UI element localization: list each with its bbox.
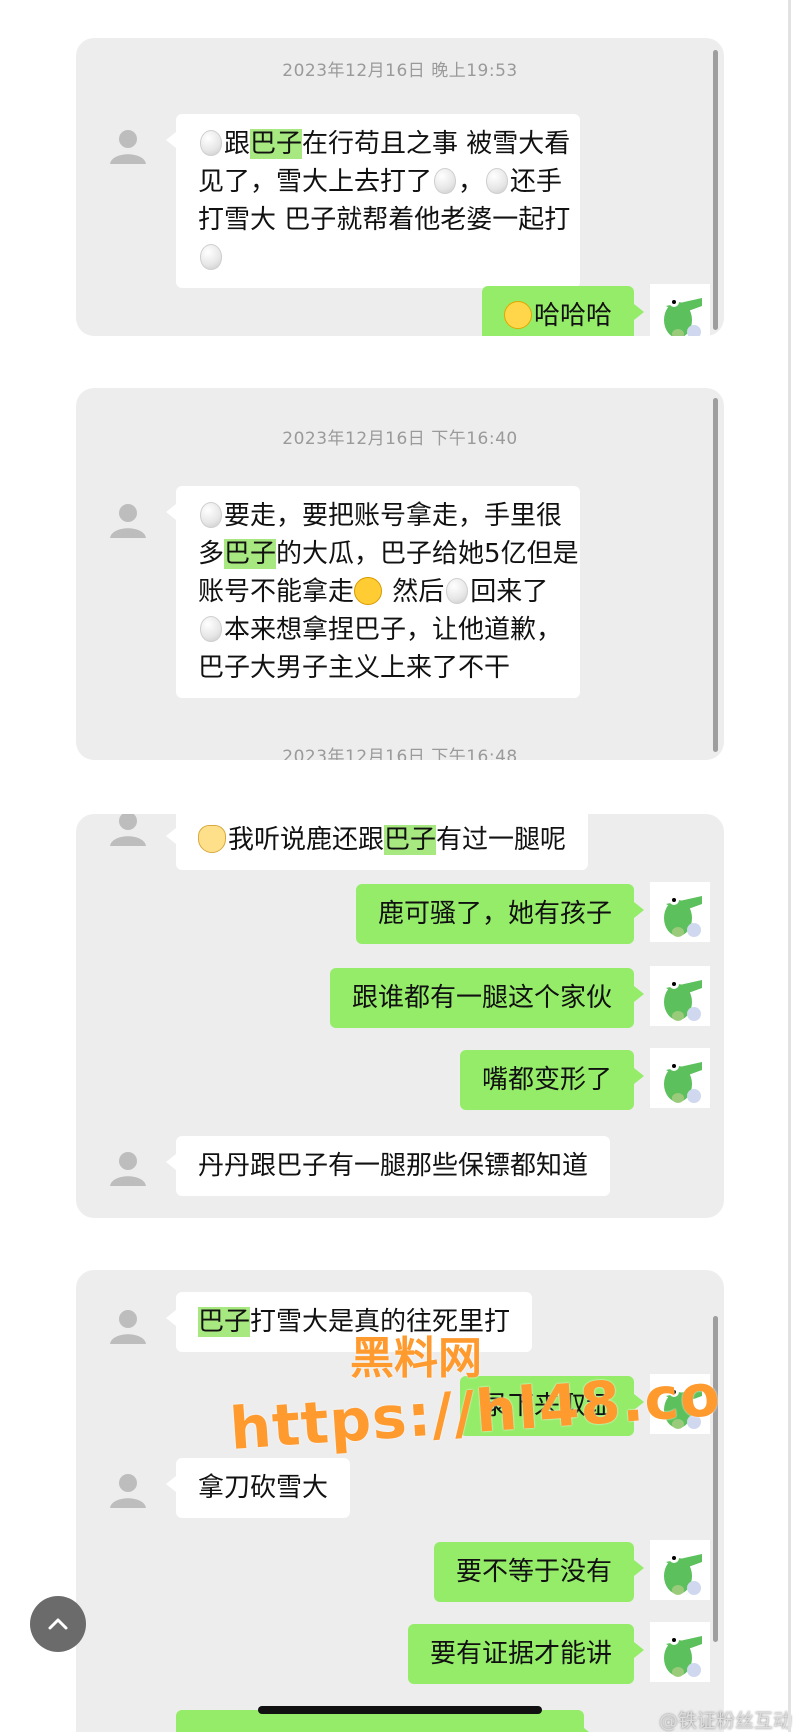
- contact-avatar[interactable]: [106, 124, 150, 168]
- self-avatar[interactable]: [650, 284, 710, 336]
- message-bubble-received[interactable]: 我听说鹿还跟巴子有过一腿呢: [165, 814, 589, 870]
- crocodile-cartoon-icon: [664, 895, 702, 937]
- message-bubble-sent[interactable]: 跟谁都有一腿这个家伙: [329, 968, 645, 1028]
- watermark-title: 黑料网: [350, 1333, 482, 1384]
- crocodile-cartoon-icon: [664, 979, 702, 1021]
- person-silhouette-icon: [110, 504, 146, 538]
- timestamp: 2023年12月16日 下午16:40: [282, 429, 518, 449]
- timestamp: 2023年12月16日 晚上19:53: [282, 61, 518, 81]
- sweat-smile-emoji-icon: [503, 301, 532, 329]
- message-bubble-sent[interactable]: 鹿可骚了，她有孩子: [355, 884, 645, 944]
- card-scrollbar[interactable]: [713, 398, 718, 752]
- self-avatar[interactable]: [650, 1622, 710, 1682]
- highlight: 巴子: [384, 825, 437, 855]
- self-avatar[interactable]: [650, 1048, 710, 1108]
- egg-icon: [486, 168, 509, 194]
- egg-icon: [446, 578, 469, 604]
- contact-avatar[interactable]: [106, 1468, 150, 1512]
- chat-card-2: 2023年12月16日 下午16:40 要走，要把账号拿走，手里很 多巴子的大瓜…: [76, 388, 724, 760]
- egg-icon: [434, 168, 457, 194]
- message-bubble-received[interactable]: 丹丹跟巴子有一腿那些保镖都知道: [165, 1136, 611, 1196]
- message-bubble-received[interactable]: 跟巴子在行苟且之事 被雪大看 见了，雪大上去打了，还手 打雪大 巴子就帮着他老婆…: [166, 114, 580, 288]
- self-avatar[interactable]: [650, 882, 710, 942]
- home-indicator[interactable]: [258, 1706, 542, 1714]
- message-bubble-sent[interactable]: 要有证据才能讲: [407, 1624, 645, 1684]
- highlight: 巴子: [224, 539, 277, 569]
- chat-card-1: 2023年12月16日 晚上19:53 跟巴子在行苟且之事 被雪大看 见了，雪大…: [76, 38, 724, 336]
- crocodile-cartoon-icon: [664, 1061, 702, 1103]
- person-silhouette-icon: [110, 814, 146, 846]
- contact-avatar[interactable]: [106, 814, 150, 850]
- contact-avatar[interactable]: [106, 1304, 150, 1348]
- crocodile-cartoon-icon: [664, 297, 702, 336]
- crocodile-cartoon-icon: [664, 1553, 702, 1595]
- person-silhouette-icon: [110, 1474, 146, 1508]
- corner-watermark: @铁证粉丝互动: [658, 1710, 792, 1732]
- crocodile-cartoon-icon: [664, 1635, 702, 1677]
- message-bubble-received[interactable]: 拿刀砍雪大: [165, 1458, 351, 1518]
- egg-icon: [200, 130, 222, 156]
- self-avatar[interactable]: [650, 1540, 710, 1600]
- cat-emoji-icon: [198, 825, 226, 853]
- contact-avatar[interactable]: [106, 498, 150, 542]
- message-bubble-sent[interactable]: 哈哈哈: [481, 286, 645, 336]
- message-bubble-received[interactable]: 要走，要把账号拿走，手里很 多巴子的大瓜，巴子给她5亿但是 账号不能拿走 然后回…: [166, 486, 580, 698]
- scroll-to-top-button[interactable]: [30, 1596, 86, 1652]
- chevron-up-icon: [48, 1618, 68, 1630]
- person-silhouette-icon: [110, 1152, 146, 1186]
- message-bubble-sent[interactable]: 嘴都变形了: [459, 1050, 645, 1110]
- page-edge: [788, 0, 791, 1732]
- laughing-emoji-icon: [354, 577, 383, 605]
- timestamp: 2023年12月16日 下午16:48: [282, 747, 518, 760]
- egg-icon: [200, 616, 222, 642]
- egg-icon: [200, 244, 222, 270]
- chat-card-3: 我听说鹿还跟巴子有过一腿呢 鹿可骚了，她有孩子 跟谁都有一腿这个家伙 嘴都变形了…: [76, 814, 724, 1218]
- egg-icon: [200, 502, 222, 528]
- message-bubble-sent[interactable]: 要不等于没有: [433, 1542, 645, 1602]
- highlight: 巴子: [250, 129, 303, 159]
- card-scrollbar[interactable]: [713, 50, 718, 330]
- self-avatar[interactable]: [650, 966, 710, 1026]
- person-silhouette-icon: [110, 1310, 146, 1344]
- contact-avatar[interactable]: [106, 1146, 150, 1190]
- person-silhouette-icon: [110, 130, 146, 164]
- highlight: 巴子: [198, 1307, 251, 1337]
